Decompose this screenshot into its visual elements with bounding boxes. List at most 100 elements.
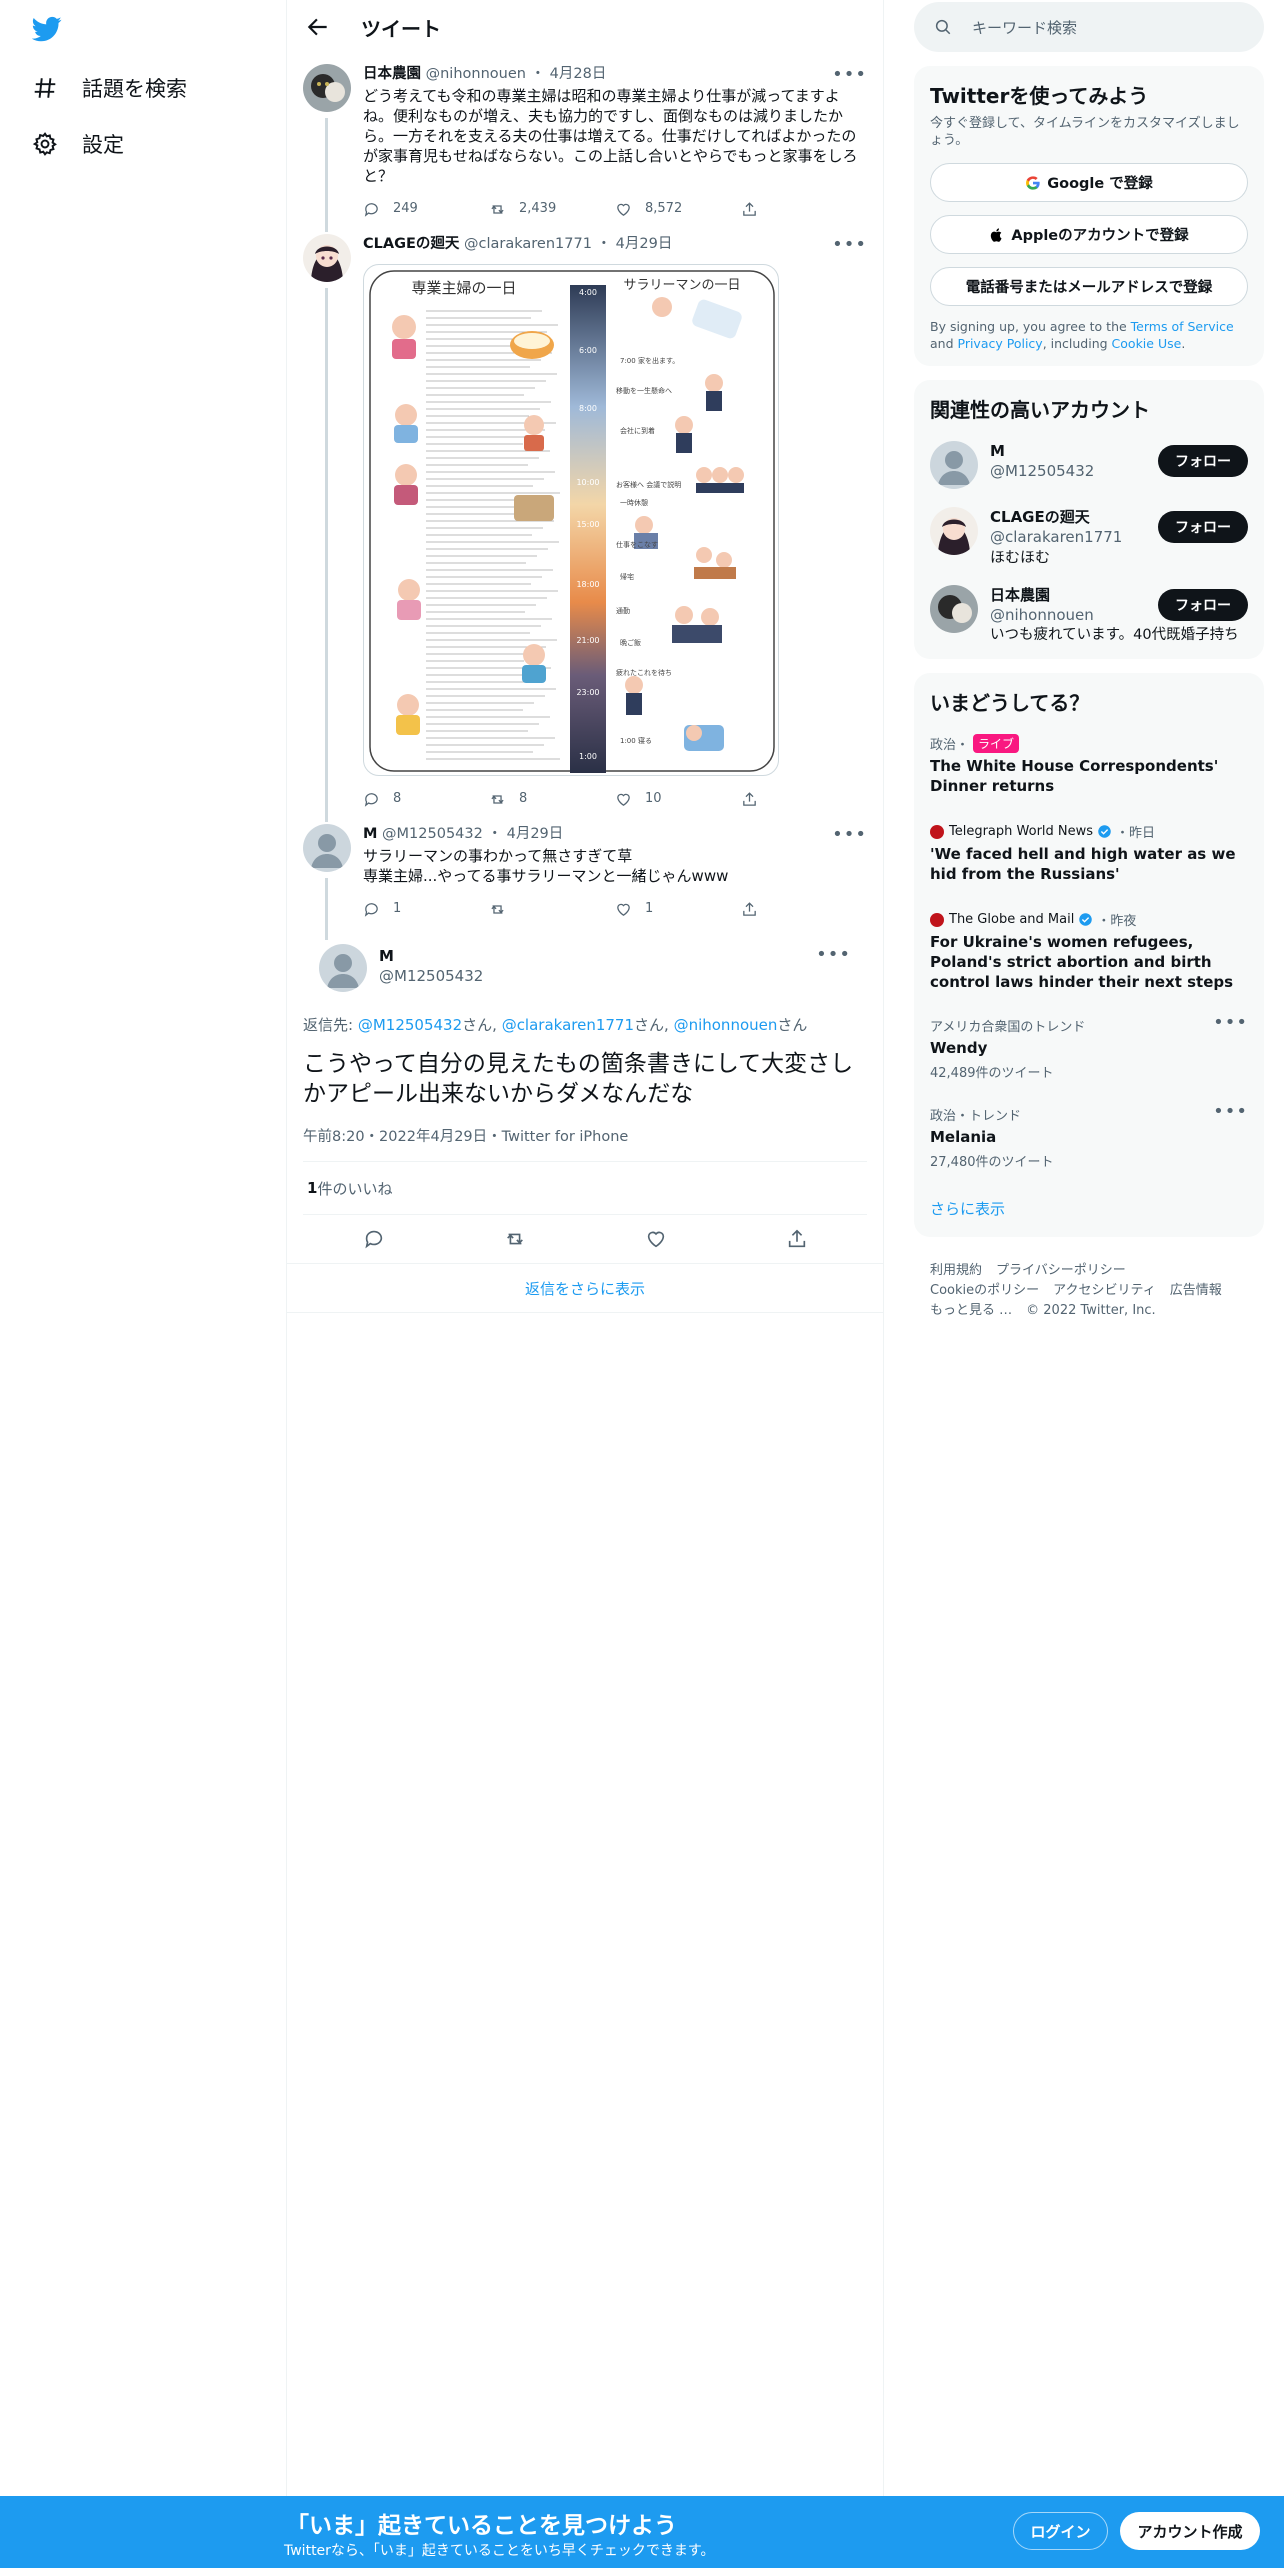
avatar[interactable] (303, 64, 351, 112)
cookie-link[interactable]: Cookie Use (1112, 336, 1182, 351)
author-name[interactable]: M (363, 826, 377, 842)
back-arrow-icon[interactable] (305, 14, 331, 40)
tweet-text: どう考えても令和の専業主婦は昭和の専業主婦より仕事が減ってますよね。便利なものが… (363, 87, 858, 185)
trend-item[interactable]: アメリカ合衆国のトレンド ••• Wendy 42,489件のツイート (930, 1012, 1248, 1081)
copyright: © 2022 Twitter, Inc. (1026, 1303, 1156, 1318)
footer-link[interactable]: もっと見る … (930, 1303, 1012, 1318)
terms-link[interactable]: Terms of Service (1131, 319, 1234, 334)
nav-settings[interactable]: 設定 (32, 124, 124, 164)
like-button[interactable]: 10 (615, 789, 741, 809)
account-item[interactable]: CLAGEの廻天 @clarakaren1771 ほむほむ フォロー (930, 507, 1248, 567)
nav-explore[interactable]: 話題を検索 (32, 68, 187, 108)
show-more-trends-link[interactable]: さらに表示 (930, 1198, 1248, 1219)
author-handle[interactable]: @M12505432 (379, 966, 483, 986)
phone-email-signup-button[interactable]: 電話番号またはメールアドレスで登録 (930, 267, 1248, 306)
avatar[interactable] (303, 824, 351, 872)
reply-to-mention[interactable]: @nihonnouen (674, 1016, 778, 1034)
trend-item[interactable]: 政治・ ライブ The White House Correspondents' D… (930, 734, 1248, 796)
reply-button[interactable]: 249 (363, 199, 489, 219)
follow-button[interactable]: フォロー (1158, 589, 1248, 621)
trend-context: 政治・トレンド (930, 1109, 1022, 1124)
show-more-replies-link[interactable]: 返信をさらに表示 (287, 1264, 883, 1312)
reply-to-mention[interactable]: @clarakaren1771 (502, 1016, 634, 1034)
privacy-link[interactable]: Privacy Policy (958, 336, 1043, 351)
search-input[interactable]: キーワード検索 (972, 17, 1077, 38)
more-icon[interactable]: ••• (1213, 1012, 1248, 1033)
footer-link[interactable]: アクセシビリティ (1053, 1283, 1156, 1298)
reply-icon (364, 902, 378, 917)
account-handle: @clarakaren1771 (990, 528, 1123, 546)
more-icon[interactable]: ••• (1213, 1101, 1248, 1122)
more-icon[interactable]: ••• (832, 234, 867, 255)
more-icon[interactable]: ••• (832, 64, 867, 85)
footer-link[interactable]: プライバシーポリシー (996, 1263, 1126, 1278)
retweet-icon[interactable] (504, 1228, 526, 1250)
footer-link[interactable]: 利用規約 (930, 1263, 982, 1278)
author-name[interactable]: CLAGEの廻天 (363, 236, 459, 252)
share-icon (743, 901, 756, 916)
trend-item[interactable]: The Globe and Mail ・昨夜 For Ukraine's wome… (930, 910, 1248, 992)
likes-summary[interactable]: 1 件のいいね (303, 1162, 867, 1214)
signup-title: Twitterを使ってみよう (930, 84, 1149, 108)
focus-tweet-timestamp[interactable]: 午前8:20・2022年4月29日・Twitter for iPhone (303, 1125, 867, 1146)
account-item[interactable]: 日本農園 @nihonnouen いつも疲れています。40代既婚子持ち フォロー (930, 585, 1248, 645)
like-button[interactable]: 8,572 (615, 199, 741, 219)
footer-link[interactable]: 広告情報 (1170, 1283, 1222, 1298)
twitter-logo-icon[interactable] (31, 14, 62, 48)
google-signup-label: Google で登録 (1047, 176, 1153, 192)
trend-title: For Ukraine's women refugees, Poland's s… (930, 933, 1234, 991)
live-badge: ライブ (973, 734, 1020, 753)
tweet-text: サラリーマンの事わかって無さすぎて草 専業主婦...やってる事サラリーマンと一緒… (363, 846, 867, 886)
trend-item[interactable]: Telegraph World News ・昨日 'We faced hell a… (930, 822, 1248, 884)
author-handle[interactable]: @M12505432 (382, 826, 483, 842)
avatar[interactable] (319, 944, 367, 992)
account-item[interactable]: M @M12505432 フォロー (930, 441, 1248, 489)
author-name[interactable]: M (379, 946, 483, 966)
search-box[interactable]: キーワード検索 (914, 2, 1264, 52)
avatar[interactable] (930, 441, 978, 489)
relevant-accounts-title: 関連性の高いアカウント (930, 398, 1150, 422)
hashtag-icon (34, 78, 56, 98)
tweet-date[interactable]: 4月29日 (507, 826, 564, 842)
google-signup-button[interactable]: Google で登録 (930, 163, 1248, 202)
login-button[interactable]: ログイン (1013, 2512, 1108, 2550)
tweet-date[interactable]: 4月28日 (550, 66, 607, 82)
reply-button[interactable]: 8 (363, 789, 489, 809)
tweet-clarakaren1771[interactable]: ••• CLAGEの廻天 @clarakaren1771 ・ 4月29日 専業主… (287, 224, 883, 814)
retweet-button[interactable] (489, 901, 615, 918)
retweet-button[interactable]: 2,439 (489, 199, 615, 219)
main-column: ツイート ••• 日本農園 @nihonnouen ・ 4月28日 どう考えても… (286, 0, 884, 2568)
avatar[interactable] (930, 507, 978, 555)
heart-icon[interactable] (645, 1228, 667, 1250)
signup-subtitle: 今すぐ登録して、タイムラインをカスタマイズしましょう。 (930, 116, 1240, 148)
share-button[interactable] (741, 201, 867, 218)
create-account-button[interactable]: アカウント作成 (1120, 2512, 1260, 2550)
reply-to-mention[interactable]: @M12505432 (358, 1016, 462, 1034)
trend-title: The White House Correspondents' Dinner r… (930, 757, 1219, 795)
reply-button[interactable]: 1 (363, 899, 489, 919)
author-handle[interactable]: @clarakaren1771 (464, 236, 592, 252)
thread-line (325, 814, 328, 822)
tweet-m12505432[interactable]: ••• M @M12505432 ・ 4月29日 サラリーマンの事わかって無さす… (287, 814, 883, 934)
trend-item[interactable]: 政治・トレンド ••• Melania 27,480件のツイート (930, 1101, 1248, 1170)
reply-icon[interactable] (363, 1228, 385, 1250)
share-button[interactable] (741, 791, 867, 808)
author-handle[interactable]: @nihonnouen (426, 66, 526, 82)
tweet-image[interactable]: 専業主婦の一日 サラリーマンの一日 4:00 6:00 8:00 10:00 15:00… (363, 264, 779, 776)
author-name[interactable]: 日本農園 (363, 66, 421, 82)
retweet-button[interactable]: 8 (489, 789, 615, 809)
share-button[interactable] (741, 901, 867, 918)
tweet-nihonnouen[interactable]: ••• 日本農園 @nihonnouen ・ 4月28日 どう考えても令和の専業… (287, 54, 883, 224)
more-icon[interactable]: ••• (816, 944, 851, 965)
follow-button[interactable]: フォロー (1158, 445, 1248, 477)
like-button[interactable]: 1 (615, 899, 741, 919)
avatar[interactable] (930, 585, 978, 633)
tweet-date[interactable]: 4月29日 (616, 236, 673, 252)
avatar[interactable] (303, 234, 351, 282)
more-icon[interactable]: ••• (832, 824, 867, 845)
follow-button[interactable]: フォロー (1158, 511, 1248, 543)
apple-signup-button[interactable]: Appleのアカウントで登録 (930, 215, 1248, 254)
reply-count: 249 (393, 201, 418, 216)
footer-link[interactable]: Cookieのポリシー (930, 1283, 1039, 1298)
share-icon[interactable] (786, 1228, 808, 1250)
